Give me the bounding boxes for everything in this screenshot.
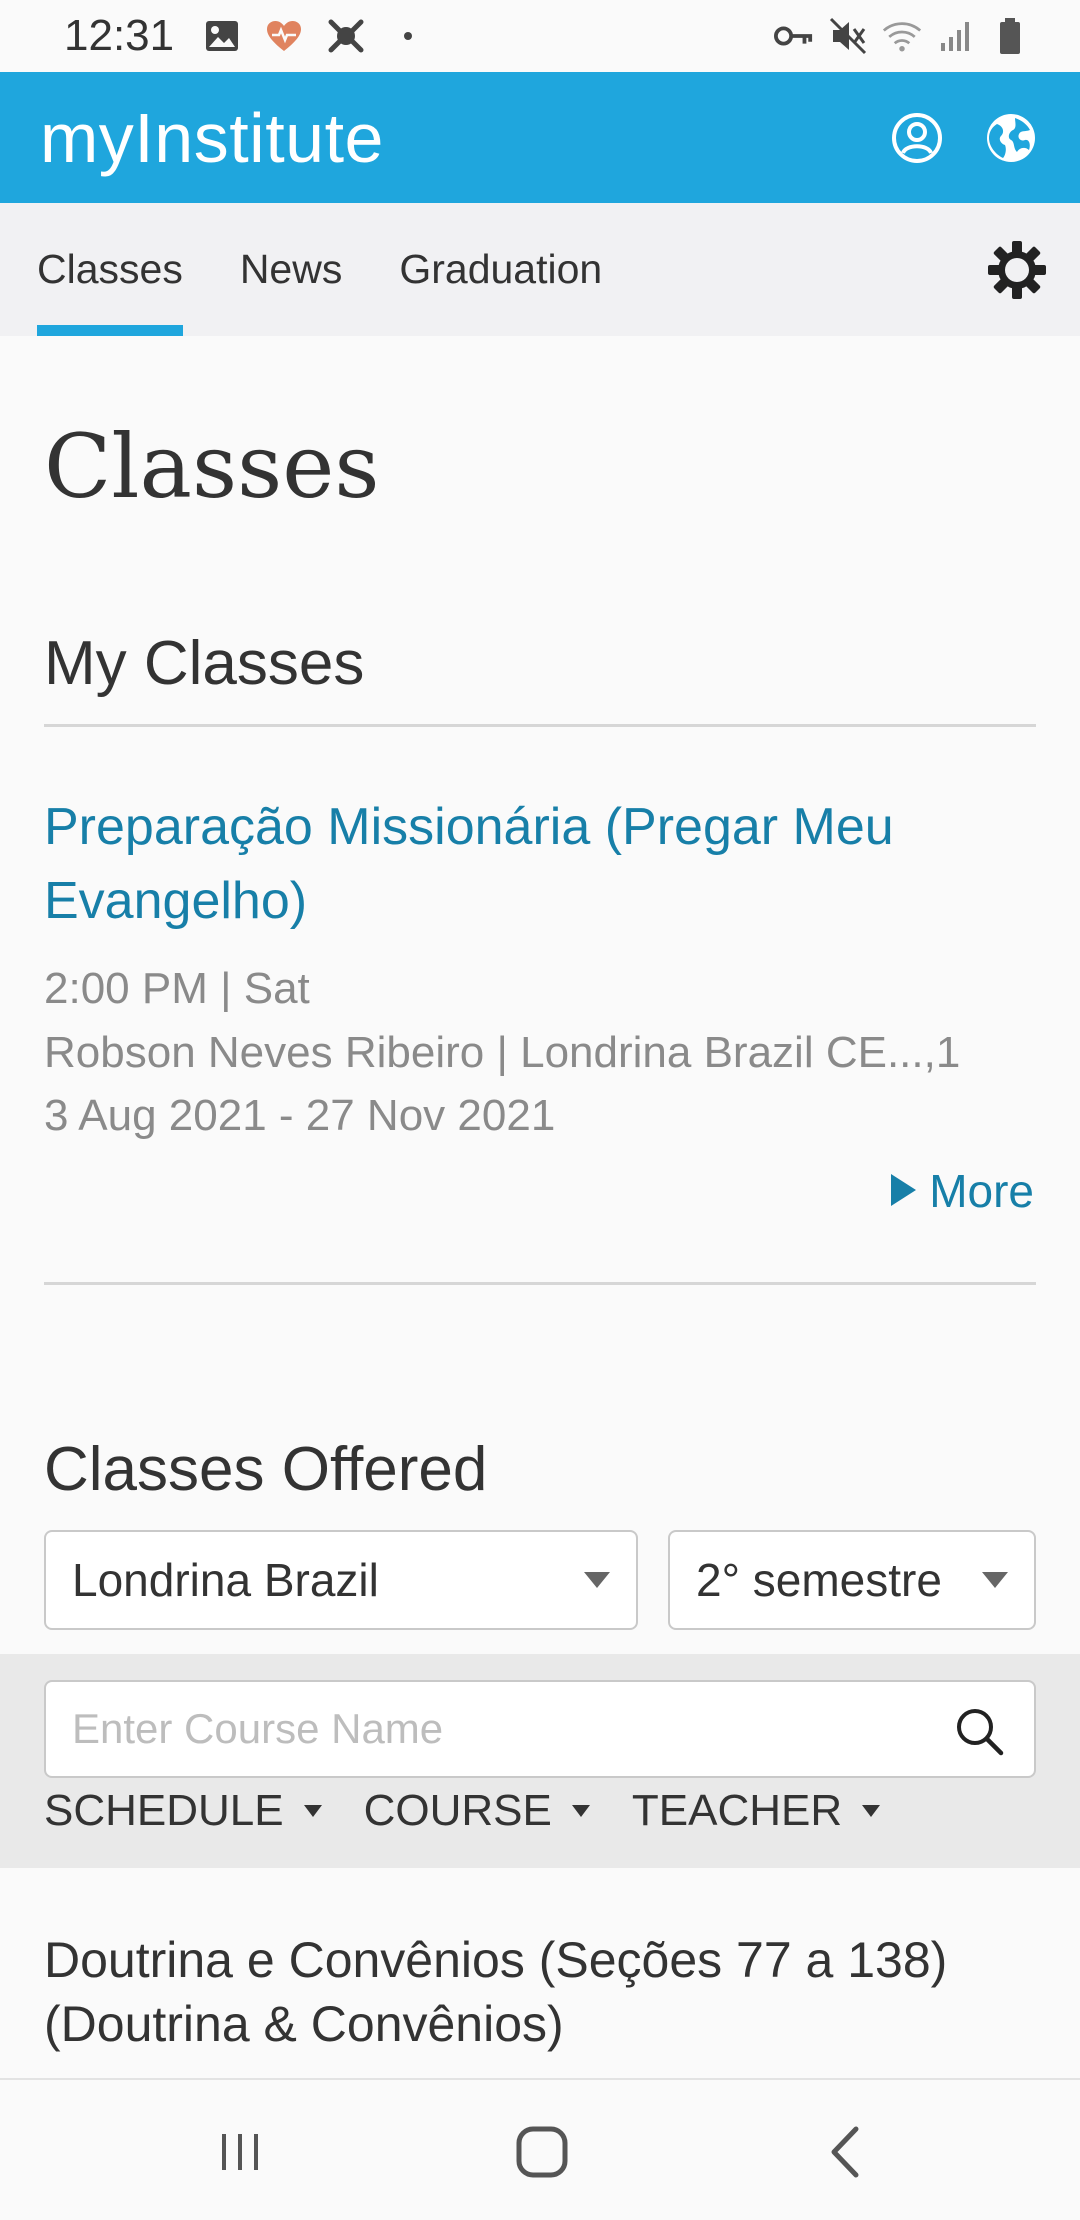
caret-down-icon: [862, 1805, 881, 1817]
app-header: myInstitute: [0, 72, 1080, 203]
more-link[interactable]: More: [889, 1164, 1034, 1218]
signal-icon: [936, 16, 976, 56]
back-icon[interactable]: [812, 2120, 876, 2184]
location-select-value: Londrina Brazil: [72, 1554, 379, 1606]
mute-icon: [828, 16, 868, 56]
class-dates: 3 Aug 2021 - 27 Nov 2021: [44, 1091, 556, 1140]
tab-classes[interactable]: Classes: [37, 203, 183, 336]
tab-graduation[interactable]: Graduation: [399, 203, 602, 336]
wifi-icon: [882, 16, 922, 56]
caret-down-icon: [571, 1805, 590, 1817]
course-filter[interactable]: COURSE: [364, 1786, 590, 1836]
filter-panel: SCHEDULE COURSE TEACHER: [0, 1654, 1080, 1868]
schedule-filter-label: SCHEDULE: [44, 1786, 284, 1835]
status-system-icons: [774, 16, 1030, 56]
term-select-value: 2° semestre: [696, 1554, 942, 1606]
tab-news[interactable]: News: [240, 203, 343, 336]
tabs-bar: Classes News Graduation: [0, 203, 1080, 336]
divider: [44, 1282, 1036, 1285]
recent-apps-icon[interactable]: [208, 2120, 272, 2184]
status-bar: 12:31: [0, 0, 1080, 72]
dot-icon: [388, 16, 428, 56]
teacher-filter-label: TEACHER: [631, 1786, 843, 1835]
vpn-key-icon: [774, 16, 814, 56]
list-item[interactable]: Doutrina e Convênios (Seções 77 a 138) (…: [44, 1928, 1044, 2056]
gallery-icon: [202, 16, 242, 56]
class-title-link[interactable]: Preparação Missionária (Pregar Meu Evang…: [44, 790, 1034, 938]
app-title: myInstitute: [40, 98, 384, 177]
system-nav-bar: [0, 2078, 1080, 2220]
battery-icon: [990, 16, 1030, 56]
search-box: [44, 1680, 1036, 1778]
classes-offered-heading: Classes Offered: [44, 1435, 488, 1504]
divider: [44, 724, 1036, 727]
class-schedule: 2:00 PM | Sat: [44, 964, 310, 1013]
location-select[interactable]: Londrina Brazil: [44, 1530, 638, 1630]
search-icon[interactable]: [954, 1706, 1004, 1756]
globe-icon[interactable]: [982, 109, 1040, 167]
course-filter-label: COURSE: [363, 1786, 552, 1835]
account-icon[interactable]: [888, 109, 946, 167]
caret-down-icon: [584, 1572, 610, 1588]
more-label: More: [929, 1165, 1034, 1217]
status-notification-icons: [202, 16, 428, 56]
page-title: Classes: [44, 415, 380, 518]
health-icon: [264, 16, 304, 56]
term-select[interactable]: 2° semestre: [668, 1530, 1036, 1630]
play-arrow-icon: [889, 1164, 917, 1218]
teacher-filter[interactable]: TEACHER: [631, 1786, 881, 1836]
app-icon: [326, 16, 366, 56]
schedule-filter[interactable]: SCHEDULE: [44, 1786, 322, 1836]
course-search-input[interactable]: [46, 1682, 1034, 1776]
status-time: 12:31: [64, 11, 175, 60]
caret-down-icon: [303, 1805, 322, 1817]
class-teacher-location: Robson Neves Ribeiro | Londrina Brazil C…: [44, 1028, 961, 1077]
caret-down-icon: [982, 1572, 1008, 1588]
home-icon[interactable]: [510, 2120, 574, 2184]
my-classes-heading: My Classes: [44, 629, 365, 698]
gear-icon[interactable]: [986, 239, 1048, 301]
